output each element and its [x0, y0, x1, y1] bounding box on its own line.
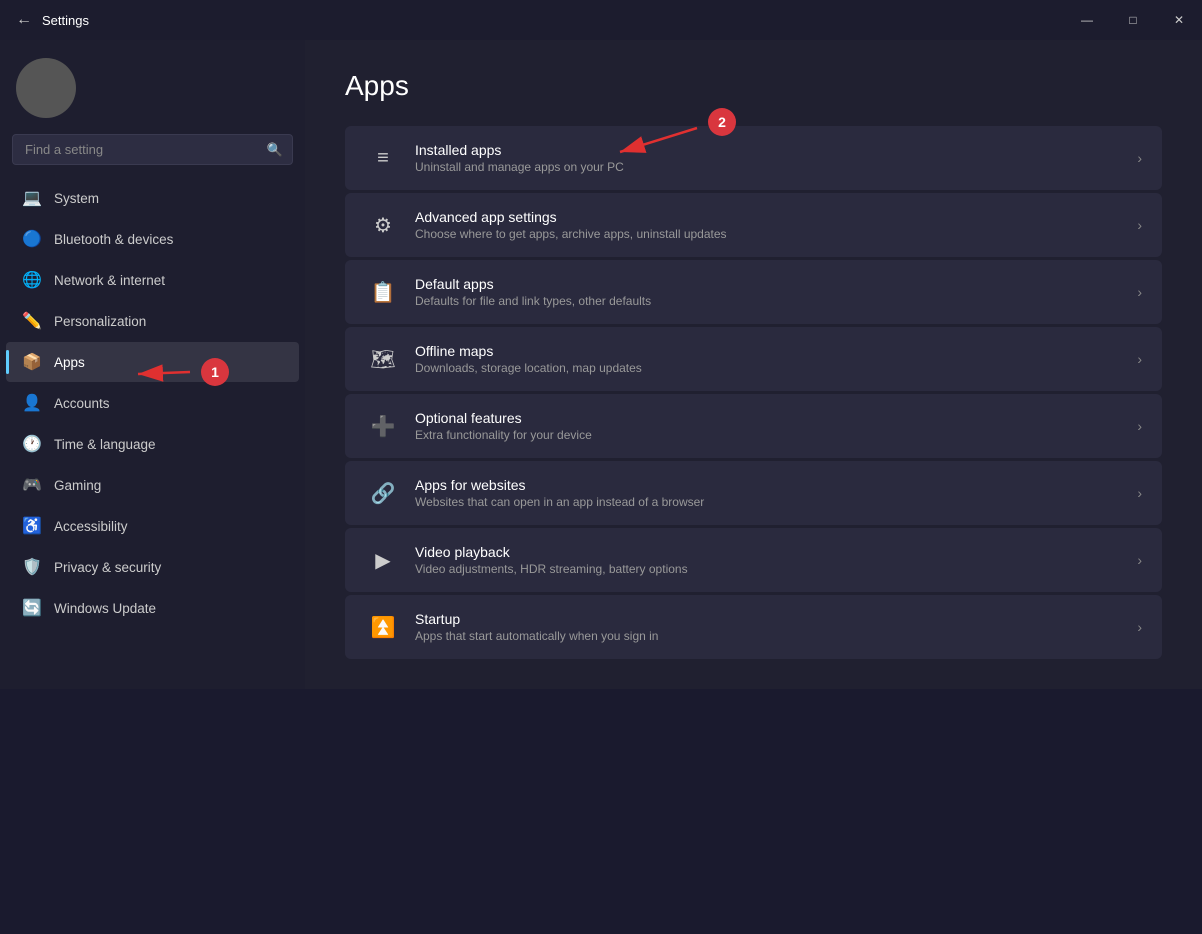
page-title: Apps: [345, 70, 1162, 102]
advanced-app-settings-chevron: ›: [1137, 217, 1142, 233]
accounts-icon: 👤: [22, 393, 42, 413]
video-playback-text: Video playback Video adjustments, HDR st…: [415, 544, 1137, 576]
titlebar: ← Settings — □ ✕: [0, 0, 1202, 40]
advanced-app-settings-icon: ⚙: [365, 207, 401, 243]
accessibility-icon: ♿: [22, 516, 42, 536]
video-playback-chevron: ›: [1137, 552, 1142, 568]
minimize-button[interactable]: —: [1064, 0, 1110, 40]
sidebar-item-system[interactable]: 💻 System: [6, 178, 299, 218]
window-title: Settings: [42, 13, 89, 28]
sidebar-item-label: Bluetooth & devices: [54, 232, 173, 247]
offline-maps-chevron: ›: [1137, 351, 1142, 367]
privacy-icon: 🛡️: [22, 557, 42, 577]
apps-for-websites-icon: 🔗: [365, 475, 401, 511]
sidebar-item-label: Accounts: [54, 396, 110, 411]
close-button[interactable]: ✕: [1156, 0, 1202, 40]
window-controls: — □ ✕: [1064, 0, 1202, 40]
sidebar-item-bluetooth[interactable]: 🔵 Bluetooth & devices: [6, 219, 299, 259]
sidebar-item-update[interactable]: 🔄 Windows Update: [6, 588, 299, 628]
personalization-icon: ✏️: [22, 311, 42, 331]
startup-subtitle: Apps that start automatically when you s…: [415, 629, 1137, 643]
network-icon: 🌐: [22, 270, 42, 290]
back-button[interactable]: ←: [16, 11, 32, 29]
advanced-app-settings-text: Advanced app settings Choose where to ge…: [415, 209, 1137, 241]
video-playback-subtitle: Video adjustments, HDR streaming, batter…: [415, 562, 1137, 576]
sidebar: 🔍 💻 System 🔵 Bluetooth & devices 🌐 Netwo…: [0, 40, 305, 689]
sidebar-item-label: Apps: [54, 355, 85, 370]
default-apps-subtitle: Defaults for file and link types, other …: [415, 294, 1137, 308]
installed-apps-subtitle: Uninstall and manage apps on your PC: [415, 160, 1137, 174]
sidebar-item-apps[interactable]: 📦 Apps: [6, 342, 299, 382]
sidebar-nav: 💻 System 🔵 Bluetooth & devices 🌐 Network…: [0, 177, 305, 629]
settings-item-advanced-app-settings[interactable]: ⚙ Advanced app settings Choose where to …: [345, 193, 1162, 257]
sidebar-item-accounts[interactable]: 👤 Accounts: [6, 383, 299, 423]
update-icon: 🔄: [22, 598, 42, 618]
sidebar-item-label: Gaming: [54, 478, 101, 493]
bluetooth-icon: 🔵: [22, 229, 42, 249]
settings-item-video-playback[interactable]: ▶ Video playback Video adjustments, HDR …: [345, 528, 1162, 592]
search-icon: 🔍: [267, 142, 283, 158]
settings-item-apps-for-websites[interactable]: 🔗 Apps for websites Websites that can op…: [345, 461, 1162, 525]
optional-features-title: Optional features: [415, 410, 1137, 426]
system-icon: 💻: [22, 188, 42, 208]
sidebar-item-network[interactable]: 🌐 Network & internet: [6, 260, 299, 300]
settings-item-installed-apps[interactable]: ≡ Installed apps Uninstall and manage ap…: [345, 126, 1162, 190]
optional-features-chevron: ›: [1137, 418, 1142, 434]
search-container: 🔍: [12, 134, 293, 165]
apps-for-websites-title: Apps for websites: [415, 477, 1137, 493]
startup-title: Startup: [415, 611, 1137, 627]
offline-maps-title: Offline maps: [415, 343, 1137, 359]
time-icon: 🕐: [22, 434, 42, 454]
main-layout: 🔍 💻 System 🔵 Bluetooth & devices 🌐 Netwo…: [0, 40, 1202, 689]
avatar: [16, 58, 76, 118]
apps-for-websites-subtitle: Websites that can open in an app instead…: [415, 495, 1137, 509]
content-area: Apps ≡ Installed apps Uninstall and mana…: [305, 40, 1202, 689]
default-apps-title: Default apps: [415, 276, 1137, 292]
optional-features-text: Optional features Extra functionality fo…: [415, 410, 1137, 442]
sidebar-item-time[interactable]: 🕐 Time & language: [6, 424, 299, 464]
startup-icon: ⏫: [365, 609, 401, 645]
offline-maps-text: Offline maps Downloads, storage location…: [415, 343, 1137, 375]
startup-text: Startup Apps that start automatically wh…: [415, 611, 1137, 643]
startup-chevron: ›: [1137, 619, 1142, 635]
advanced-app-settings-title: Advanced app settings: [415, 209, 1137, 225]
default-apps-icon: 📋: [365, 274, 401, 310]
installed-apps-icon: ≡: [365, 140, 401, 176]
sidebar-item-accessibility[interactable]: ♿ Accessibility: [6, 506, 299, 546]
settings-item-default-apps[interactable]: 📋 Default apps Defaults for file and lin…: [345, 260, 1162, 324]
default-apps-text: Default apps Defaults for file and link …: [415, 276, 1137, 308]
settings-item-offline-maps[interactable]: 🗺 Offline maps Downloads, storage locati…: [345, 327, 1162, 391]
sidebar-item-label: Windows Update: [54, 601, 156, 616]
sidebar-item-label: Time & language: [54, 437, 156, 452]
sidebar-item-label: Privacy & security: [54, 560, 161, 575]
video-playback-title: Video playback: [415, 544, 1137, 560]
search-input[interactable]: [12, 134, 293, 165]
installed-apps-chevron: ›: [1137, 150, 1142, 166]
settings-item-optional-features[interactable]: ➕ Optional features Extra functionality …: [345, 394, 1162, 458]
apps-for-websites-text: Apps for websites Websites that can open…: [415, 477, 1137, 509]
gaming-icon: 🎮: [22, 475, 42, 495]
apps-for-websites-chevron: ›: [1137, 485, 1142, 501]
sidebar-item-label: Personalization: [54, 314, 146, 329]
settings-list: ≡ Installed apps Uninstall and manage ap…: [345, 126, 1162, 659]
sidebar-item-label: System: [54, 191, 99, 206]
optional-features-subtitle: Extra functionality for your device: [415, 428, 1137, 442]
sidebar-item-gaming[interactable]: 🎮 Gaming: [6, 465, 299, 505]
sidebar-item-label: Network & internet: [54, 273, 165, 288]
offline-maps-icon: 🗺: [365, 341, 401, 377]
offline-maps-subtitle: Downloads, storage location, map updates: [415, 361, 1137, 375]
optional-features-icon: ➕: [365, 408, 401, 444]
installed-apps-title: Installed apps: [415, 142, 1137, 158]
settings-item-startup[interactable]: ⏫ Startup Apps that start automatically …: [345, 595, 1162, 659]
sidebar-item-personalization[interactable]: ✏️ Personalization: [6, 301, 299, 341]
sidebar-item-label: Accessibility: [54, 519, 128, 534]
default-apps-chevron: ›: [1137, 284, 1142, 300]
sidebar-item-privacy[interactable]: 🛡️ Privacy & security: [6, 547, 299, 587]
maximize-button[interactable]: □: [1110, 0, 1156, 40]
video-playback-icon: ▶: [365, 542, 401, 578]
installed-apps-text: Installed apps Uninstall and manage apps…: [415, 142, 1137, 174]
advanced-app-settings-subtitle: Choose where to get apps, archive apps, …: [415, 227, 1137, 241]
apps-icon: 📦: [22, 352, 42, 372]
